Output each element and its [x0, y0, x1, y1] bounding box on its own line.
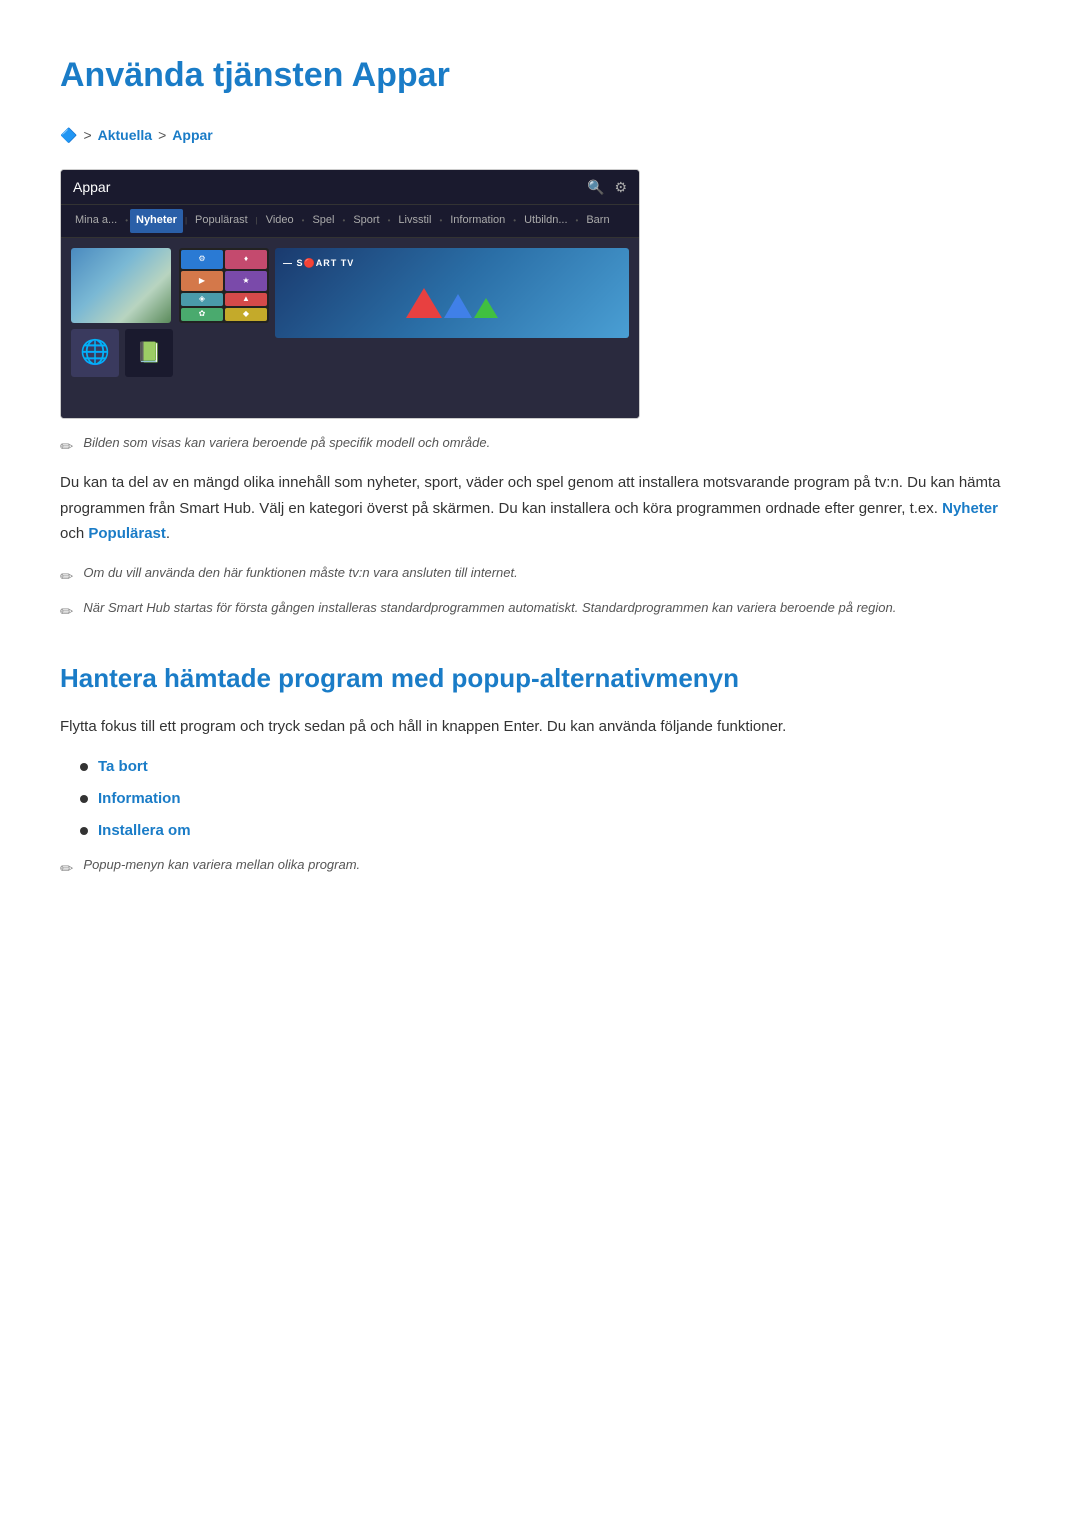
section2-title: Hantera hämtade program med popup-altern… [60, 658, 1020, 700]
tv-nav-barn[interactable]: Barn [580, 209, 615, 233]
tv-col3: — S🔴ART TV [275, 248, 629, 408]
section2-intro: Flytta fokus till ett program och tryck … [60, 714, 1020, 740]
breadcrumb-sep2: > [158, 124, 166, 146]
nav-dot6: • [386, 215, 393, 228]
bullet-link-information[interactable]: Information [98, 787, 181, 811]
note-text-1: Om du vill använda den här funktionen må… [83, 563, 517, 584]
page-title: Använda tjänsten Appar [60, 48, 1020, 102]
image-note-row: ✏ Bilden som visas kan variera beroende … [60, 433, 1020, 461]
note-row-2: ✏ När Smart Hub startas för första gånge… [60, 598, 1020, 626]
mini-app-5: ◈ [181, 293, 223, 306]
mini-app-2: ♦ [225, 250, 267, 270]
smart-graphic [406, 288, 498, 318]
tv-nav-mina[interactable]: Mina a... [69, 209, 123, 233]
tv-app-colorful[interactable]: ⚙ ♦ ▶ ★ ◈ ▲ ✿ ◆ [179, 248, 269, 323]
note-icon-2: ✏ [60, 565, 73, 591]
tv-nav-nyheter[interactable]: Nyheter [130, 209, 183, 233]
note-row-3: ✏ Popup-menyn kan variera mellan olika p… [60, 855, 1020, 883]
mini-app-6: ▲ [225, 293, 267, 306]
breadcrumb-item1[interactable]: Aktuella [98, 124, 152, 146]
note-icon-3: ✏ [60, 600, 73, 626]
nav-dot8: • [511, 215, 518, 228]
triangle-red [406, 288, 442, 318]
body-paragraph: Du kan ta del av en mängd olika innehåll… [60, 470, 1020, 547]
mini-app-7: ✿ [181, 308, 223, 321]
note-text-3: Popup-menyn kan variera mellan olika pro… [83, 855, 360, 876]
tv-header-title: Appar [73, 176, 110, 198]
triangle-green [474, 298, 498, 318]
body-link-nyheter[interactable]: Nyheter [942, 500, 998, 517]
triangle-blue [444, 294, 472, 318]
tv-col1: 🌐 📗 [71, 248, 173, 408]
bullet-link-installera-om[interactable]: Installera om [98, 819, 191, 843]
tv-app-row2: 🌐 📗 [71, 329, 173, 377]
nav-dot5: • [341, 215, 348, 228]
mini-app-4: ★ [225, 271, 267, 291]
bullet-list: Ta bort Information Installera om [80, 755, 1020, 843]
body-end: . [166, 525, 170, 542]
mini-app-8: ◆ [225, 308, 267, 321]
tv-nav-utbildn[interactable]: Utbildn... [518, 209, 573, 233]
bullet-dot-1 [80, 763, 88, 771]
mini-app-3: ▶ [181, 271, 223, 291]
bullet-link-ta-bort[interactable]: Ta bort [98, 755, 148, 779]
tv-nav-livsstil[interactable]: Livsstil [392, 209, 437, 233]
mini-app-1: ⚙ [181, 250, 223, 270]
body-link-populärast[interactable]: Populärast [88, 525, 166, 542]
body-paragraph-text: Du kan ta del av en mängd olika innehåll… [60, 474, 1001, 517]
search-icon[interactable]: 🔍 [587, 176, 604, 198]
tv-nav-information[interactable]: Information [444, 209, 511, 233]
breadcrumb-sep: > [83, 124, 91, 146]
settings-icon[interactable]: ⚙ [614, 176, 627, 198]
nav-dot9: • [574, 215, 581, 228]
tv-app-smart[interactable]: — S🔴ART TV [275, 248, 629, 338]
breadcrumb-item2[interactable]: Appar [172, 124, 212, 146]
tv-nav-spel[interactable]: Spel [306, 209, 340, 233]
tv-header: Appar 🔍 ⚙ [61, 170, 639, 204]
list-item-installera-om: Installera om [80, 819, 1020, 843]
body-connector: och [60, 525, 88, 542]
tv-app-book[interactable]: 📗 [125, 329, 173, 377]
nav-dot4: • [300, 215, 307, 228]
bullet-dot-2 [80, 795, 88, 803]
list-item-ta-bort: Ta bort [80, 755, 1020, 779]
note-icon-4: ✏ [60, 857, 73, 883]
note-row-1: ✏ Om du vill använda den här funktionen … [60, 563, 1020, 591]
list-item-information: Information [80, 787, 1020, 811]
breadcrumb: 🔷 > Aktuella > Appar [60, 124, 1020, 146]
nav-dot7: • [437, 215, 444, 228]
tv-app-globe[interactable]: 🌐 [71, 329, 119, 377]
breadcrumb-icon: 🔷 [60, 124, 77, 146]
nav-dot1: • [123, 215, 130, 228]
smart-tv-label: — S🔴ART TV [283, 256, 354, 270]
tv-nav-video[interactable]: Video [260, 209, 300, 233]
bullet-dot-3 [80, 827, 88, 835]
tv-col2: ⚙ ♦ ▶ ★ ◈ ▲ ✿ ◆ [179, 248, 269, 408]
tv-content: 🌐 📗 ⚙ ♦ ▶ ★ ◈ ▲ ✿ ◆ — S🔴ART TV [61, 238, 639, 418]
image-note-text: Bilden som visas kan variera beroende på… [83, 433, 490, 454]
note-icon-1: ✏ [60, 435, 73, 461]
tv-header-icons: 🔍 ⚙ [587, 176, 627, 198]
note-text-2: När Smart Hub startas för första gången … [83, 598, 896, 619]
tv-app-landscape[interactable] [71, 248, 171, 323]
tv-nav: Mina a... • Nyheter | Populärast | Video… [61, 204, 639, 238]
tv-nav-sport[interactable]: Sport [347, 209, 385, 233]
tv-nav-populärast[interactable]: Populärast [189, 209, 254, 233]
tv-screen: Appar 🔍 ⚙ Mina a... • Nyheter | Populära… [60, 169, 640, 419]
